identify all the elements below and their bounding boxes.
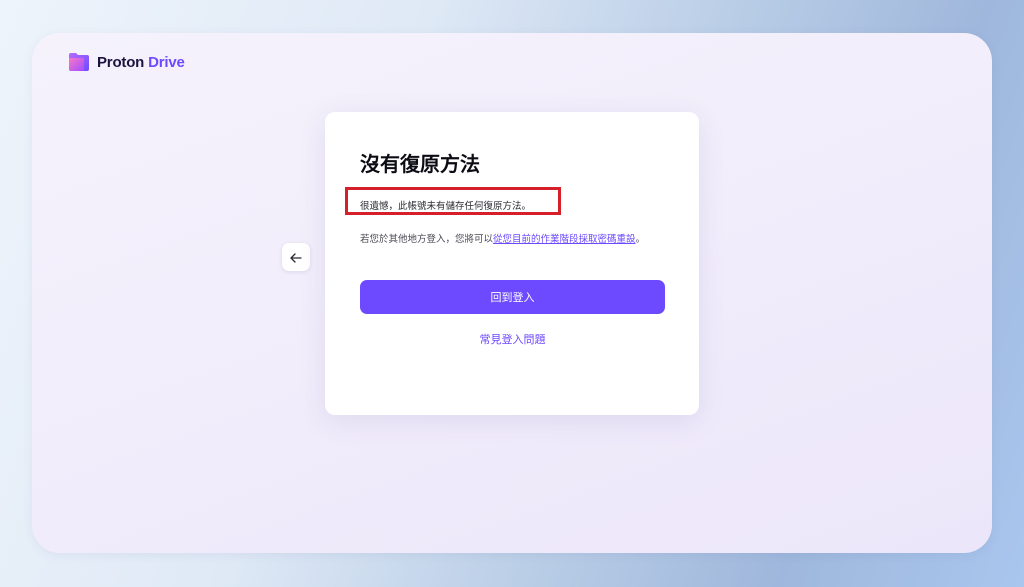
info-text: 若您於其他地方登入，您將可以從您目前的作業階段採取密碼重設。 <box>360 232 666 247</box>
brand-name-primary: Proton <box>97 53 145 71</box>
back-to-sign-in-button[interactable]: 回到登入 <box>360 280 665 314</box>
info-text-prefix: 若您於其他地方登入，您將可以 <box>360 234 494 245</box>
common-sign-in-issues-link[interactable]: 常見登入問題 <box>360 331 665 347</box>
no-recovery-message: 很遺憾，此帳號未有儲存任何復原方法。 <box>360 201 532 212</box>
arrow-left-icon <box>290 248 302 267</box>
brand-name-product: Drive <box>148 53 185 71</box>
brand-name: Proton Drive <box>97 54 185 71</box>
proton-drive-folder-icon <box>68 52 90 72</box>
info-text-suffix: 。 <box>635 234 646 245</box>
page-title: 沒有復原方法 <box>360 152 480 176</box>
back-button[interactable] <box>282 243 310 271</box>
password-reset-link[interactable]: 從您目前的作業階段採取密碼重設 <box>493 234 636 245</box>
brand-logo[interactable]: Proton Drive <box>68 52 185 72</box>
recovery-card: 沒有復原方法 很遺憾，此帳號未有儲存任何復原方法。 若您於其他地方登入，您將可以… <box>325 112 699 415</box>
